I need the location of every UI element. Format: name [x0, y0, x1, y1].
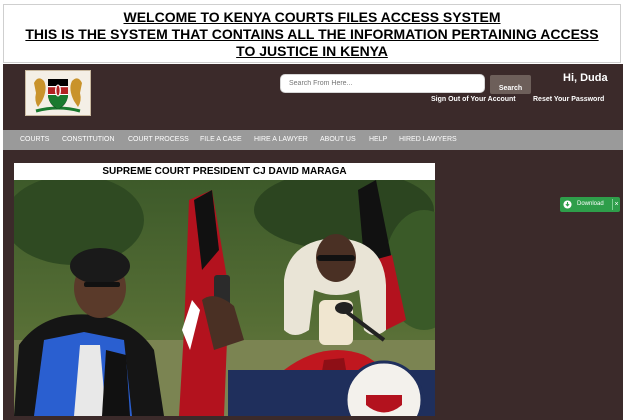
feature-panel: SUPREME COURT PRESIDENT CJ DAVID MARAGA: [14, 163, 435, 416]
download-label: Download: [577, 201, 604, 207]
download-icon: [563, 200, 572, 209]
nav-item-hire-a-lawyer[interactable]: HIRE A LAWYER: [254, 136, 308, 143]
feature-photo: [14, 180, 435, 416]
banner-line-1: WELCOME TO KENYA COURTS FILES ACCESS SYS…: [123, 9, 501, 25]
search-button[interactable]: Search: [490, 75, 531, 94]
banner-line-3: TO JUSTICE IN KENYA: [236, 43, 388, 59]
main-nav: COURTS CONSTITUTION COURT PROCESS FILE A…: [3, 130, 623, 150]
reset-password-link[interactable]: Reset Your Password: [533, 96, 604, 103]
kenya-coat-of-arms-icon[interactable]: [25, 70, 91, 116]
nav-item-file-a-case[interactable]: FILE A CASE: [200, 136, 242, 143]
nav-item-court-process[interactable]: COURT PROCESS: [128, 136, 189, 143]
search-input[interactable]: [280, 74, 485, 93]
nav-item-hired-lawyers[interactable]: HIRED LAWYERS: [399, 136, 457, 143]
nav-item-help[interactable]: HELP: [369, 136, 387, 143]
welcome-banner: WELCOME TO KENYA COURTS FILES ACCESS SYS…: [3, 4, 621, 63]
nav-item-about-us[interactable]: ABOUT US: [320, 136, 356, 143]
download-button[interactable]: Download ×: [560, 197, 620, 212]
nav-item-constitution[interactable]: CONSTITUTION: [62, 136, 115, 143]
sign-out-link[interactable]: Sign Out of Your Account: [431, 96, 516, 103]
nav-item-courts[interactable]: COURTS: [20, 136, 49, 143]
feature-caption: SUPREME COURT PRESIDENT CJ DAVID MARAGA: [14, 163, 435, 180]
close-icon[interactable]: ×: [612, 199, 620, 210]
banner-line-2: THIS IS THE SYSTEM THAT CONTAINS ALL THE…: [25, 26, 599, 42]
user-greeting: Hi, Duda: [563, 72, 608, 84]
main-area: Search Hi, Duda Sign Out of Your Account…: [3, 64, 623, 420]
